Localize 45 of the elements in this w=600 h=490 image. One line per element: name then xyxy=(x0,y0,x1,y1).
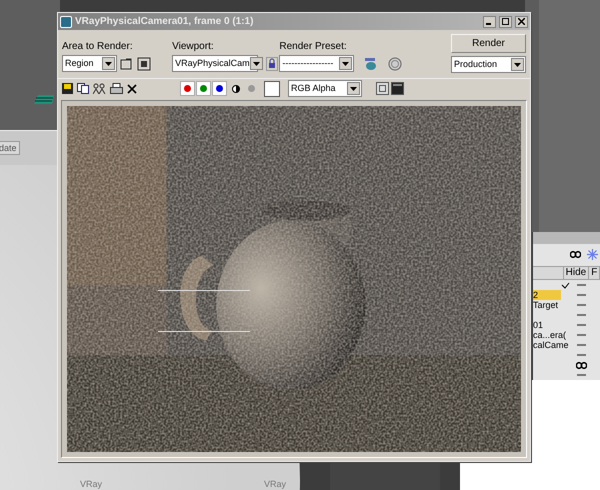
window-title: VRayPhysicalCamera01, frame 0 (1:1) xyxy=(75,15,254,29)
clone-icon[interactable] xyxy=(93,83,106,94)
frame-toggle-icon[interactable] xyxy=(376,82,389,95)
app-icon xyxy=(60,16,72,28)
object-name[interactable]: 2 xyxy=(533,290,538,300)
field-label: Viewport: xyxy=(172,42,215,52)
copy-icon[interactable] xyxy=(77,83,89,94)
half-circle-icon xyxy=(232,84,240,92)
region-edit-icon[interactable] xyxy=(120,56,134,70)
object-name[interactable]: ca...era( xyxy=(533,330,566,340)
maximize-button[interactable] xyxy=(499,16,512,28)
crop-icon[interactable] xyxy=(137,56,151,70)
viewport-label: VRay xyxy=(264,478,286,490)
panel-title-bar xyxy=(533,232,600,244)
maximize-icon xyxy=(502,18,509,25)
object-name[interactable]: calCame xyxy=(533,340,569,350)
production-dropdown[interactable]: Production xyxy=(451,56,526,73)
close-button[interactable] xyxy=(515,16,528,28)
print-icon[interactable] xyxy=(110,83,123,94)
field-label: Render Preset: xyxy=(279,42,348,52)
eye-icon xyxy=(576,362,586,368)
render-button[interactable]: Render xyxy=(451,34,526,53)
display-toggle-icon[interactable] xyxy=(391,82,404,95)
object-name[interactable]: Target xyxy=(533,300,558,310)
eye-icon xyxy=(570,251,581,258)
column-header[interactable]: F xyxy=(589,267,600,279)
color-swatch[interactable] xyxy=(264,80,280,96)
minimize-button[interactable] xyxy=(483,16,496,28)
preset-dropdown[interactable]: ----------------- xyxy=(279,55,354,72)
viewport-label: VRay xyxy=(80,478,102,490)
snowflake-icon[interactable] xyxy=(587,249,598,260)
object-icon xyxy=(34,93,56,106)
checkmark-icon xyxy=(561,282,570,288)
dash-icon[interactable] xyxy=(576,374,586,376)
column-header[interactable]: Hide xyxy=(564,267,590,279)
close-icon xyxy=(518,18,525,25)
display-channel-dropdown[interactable]: RGB Alpha xyxy=(288,80,362,97)
close-icon[interactable] xyxy=(127,84,137,94)
clock-icon[interactable] xyxy=(388,56,402,70)
object-name[interactable]: 01 xyxy=(533,320,544,330)
teapot-icon[interactable] xyxy=(364,56,378,70)
area-dropdown[interactable]: Region xyxy=(62,55,117,72)
lock-icon[interactable] xyxy=(266,56,278,70)
field-label: Area to Render: xyxy=(62,42,134,52)
save-icon[interactable] xyxy=(62,83,73,94)
